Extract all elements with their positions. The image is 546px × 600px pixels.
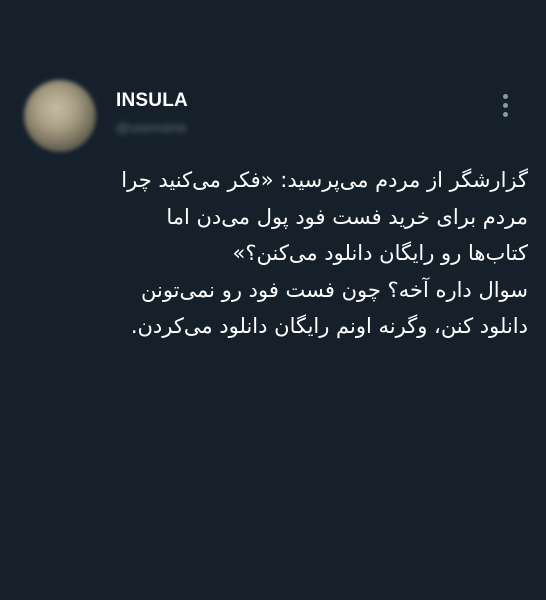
tweet-text-line: سوال داره آخه؟ چون فست فود رو نمی‌تونن (141, 277, 528, 302)
tweet-text-line: دانلود کنن، وگرنه اونم رایگان دانلود می‌… (130, 314, 528, 338)
avatar[interactable] (24, 80, 96, 152)
tweet-text: گزارشگر از مردم می‌پرسید: «فکر می‌کنید چ… (24, 162, 528, 345)
author-handle[interactable]: @username (116, 120, 187, 135)
tweet-text-line: گزارشگر از مردم می‌پرسید: «فکر می‌کنید چ… (121, 168, 528, 192)
author-name[interactable]: INSULA (116, 90, 188, 112)
tweet-text-line: مردم برای خرید فست فود پول می‌دن اما (166, 204, 528, 229)
tweet-text-line: کتاب‌ها رو رایگان دانلود می‌کنن؟» (232, 241, 528, 265)
more-vertical-icon[interactable] (494, 88, 518, 124)
tweet-card: INSULA @username گزارشگر از مردم می‌پرسی… (0, 0, 546, 600)
